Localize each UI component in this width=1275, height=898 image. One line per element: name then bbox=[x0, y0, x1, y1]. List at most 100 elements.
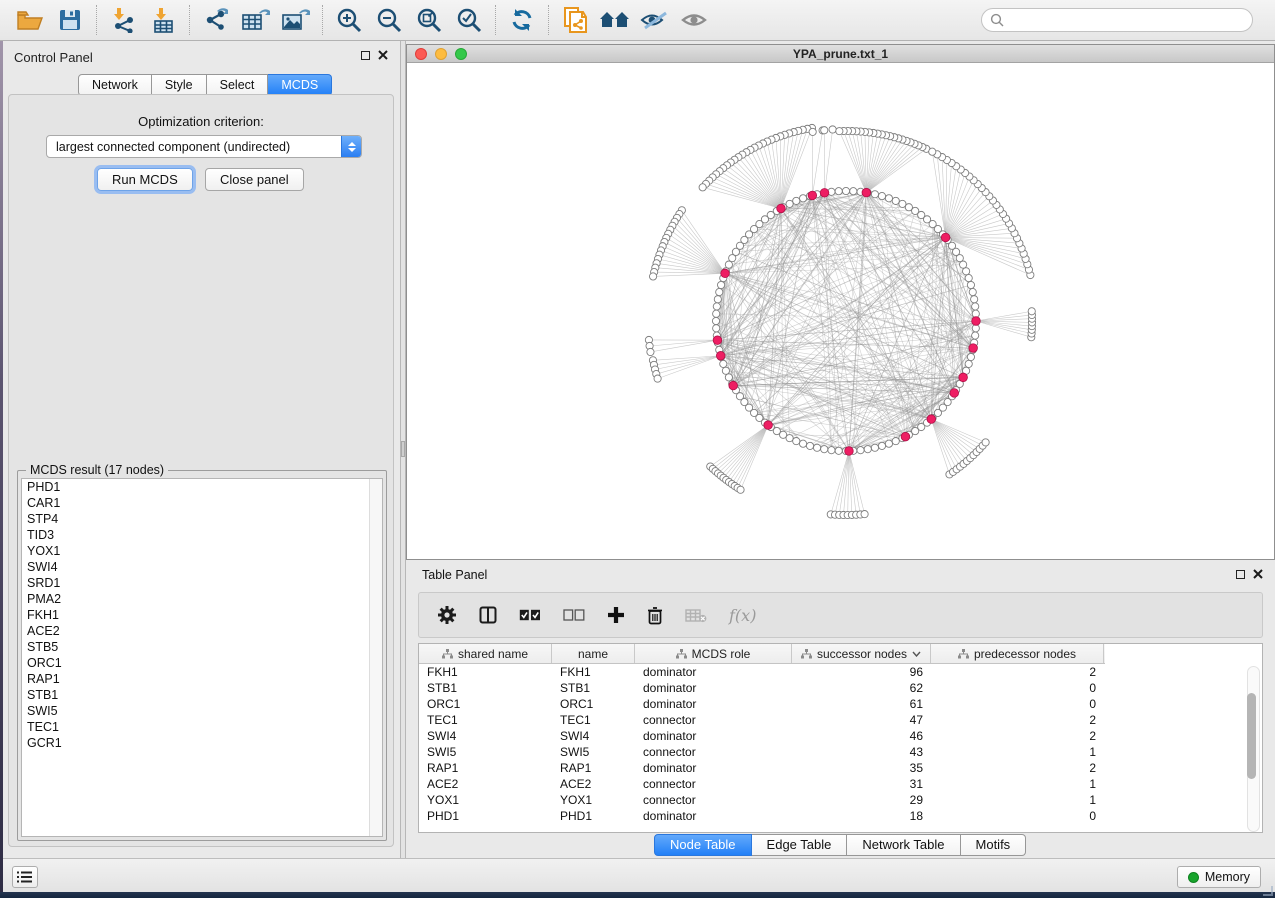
criterion-dropdown[interactable]: largest connected component (undirected) bbox=[46, 135, 362, 158]
maximize-window-icon[interactable] bbox=[455, 48, 467, 60]
search-input[interactable] bbox=[1009, 13, 1244, 27]
table-row[interactable]: STB1STB1dominator620 bbox=[419, 680, 1262, 696]
close-panel-icon[interactable] bbox=[378, 50, 388, 60]
hide-selected-button[interactable] bbox=[635, 3, 675, 37]
delete-table-button[interactable] bbox=[685, 608, 707, 623]
mcds-result-item[interactable]: ORC1 bbox=[22, 655, 382, 671]
table-cell: dominator bbox=[635, 729, 792, 743]
add-column-button[interactable] bbox=[607, 606, 625, 624]
table-cell: 0 bbox=[931, 809, 1104, 823]
minimize-window-icon[interactable] bbox=[435, 48, 447, 60]
save-session-button[interactable] bbox=[50, 3, 90, 37]
table-cell: 2 bbox=[931, 665, 1104, 679]
import-network-button[interactable] bbox=[103, 3, 143, 37]
close-panel-icon[interactable] bbox=[1253, 569, 1263, 579]
mcds-result-list[interactable]: PHD1CAR1STP4TID3YOX1SWI4SRD1PMA2FKH1ACE2… bbox=[21, 478, 383, 837]
function-builder-button[interactable]: f(x) bbox=[729, 606, 756, 625]
mcds-result-item[interactable]: TEC1 bbox=[22, 719, 382, 735]
list-scrollbar[interactable] bbox=[369, 479, 382, 836]
task-history-button[interactable] bbox=[12, 866, 38, 888]
float-panel-icon[interactable] bbox=[1236, 570, 1245, 579]
table-header-row: shared namenameMCDS rolesuccessor nodesp… bbox=[419, 644, 1105, 664]
table-row[interactable]: FKH1FKH1dominator962 bbox=[419, 664, 1262, 680]
control-panel: Control Panel NetworkStyleSelectMCDS Opt… bbox=[3, 41, 400, 858]
mcds-result-item[interactable]: RAP1 bbox=[22, 671, 382, 687]
tab-network[interactable]: Network bbox=[78, 74, 152, 96]
mcds-result-item[interactable]: PMA2 bbox=[22, 591, 382, 607]
mcds-result-item[interactable]: CAR1 bbox=[22, 495, 382, 511]
mcds-result-item[interactable]: PHD1 bbox=[22, 479, 382, 495]
mcds-result-item[interactable]: STB5 bbox=[22, 639, 382, 655]
memory-button[interactable]: Memory bbox=[1177, 866, 1261, 888]
table-row[interactable]: PHD1PHD1dominator180 bbox=[419, 808, 1262, 824]
zoom-selected-button[interactable] bbox=[449, 3, 489, 37]
mcds-result-item[interactable]: YOX1 bbox=[22, 543, 382, 559]
mcds-result-item[interactable]: SRD1 bbox=[22, 575, 382, 591]
table-cell: 1 bbox=[931, 793, 1104, 807]
run-mcds-button[interactable]: Run MCDS bbox=[97, 168, 193, 191]
table-cell: 2 bbox=[931, 729, 1104, 743]
table-cell: connector bbox=[635, 777, 792, 791]
trash-icon bbox=[647, 606, 663, 625]
close-window-icon[interactable] bbox=[415, 48, 427, 60]
tab-mcds[interactable]: MCDS bbox=[268, 74, 332, 96]
refresh-button[interactable] bbox=[502, 3, 542, 37]
table-row[interactable]: YOX1YOX1connector291 bbox=[419, 792, 1262, 808]
mcds-result-item[interactable]: FKH1 bbox=[22, 607, 382, 623]
desktop-background: Control Panel NetworkStyleSelectMCDS Opt… bbox=[0, 0, 1275, 898]
table-row[interactable]: ORC1ORC1dominator610 bbox=[419, 696, 1262, 712]
column-header-predecessor-nodes[interactable]: predecessor nodes bbox=[931, 644, 1104, 663]
mcds-result-item[interactable]: TID3 bbox=[22, 527, 382, 543]
tab-motifs[interactable]: Motifs bbox=[961, 834, 1027, 856]
export-network-button[interactable] bbox=[196, 3, 236, 37]
mcds-result-item[interactable]: STP4 bbox=[22, 511, 382, 527]
splitter-grip[interactable] bbox=[401, 441, 405, 457]
network-window-titlebar[interactable]: YPA_prune.txt_1 bbox=[407, 45, 1274, 63]
close-panel-button[interactable]: Close panel bbox=[205, 168, 304, 191]
mcds-result-item[interactable]: SWI4 bbox=[22, 559, 382, 575]
mcds-result-item[interactable]: STB1 bbox=[22, 687, 382, 703]
tab-select[interactable]: Select bbox=[207, 74, 269, 96]
table-row[interactable]: SWI4SWI4dominator462 bbox=[419, 728, 1262, 744]
show-hidden-button[interactable] bbox=[675, 3, 715, 37]
table-cell: connector bbox=[635, 793, 792, 807]
deselect-all-button[interactable] bbox=[563, 609, 585, 621]
tab-edge-table[interactable]: Edge Table bbox=[752, 834, 848, 856]
tab-node-table[interactable]: Node Table bbox=[654, 834, 752, 856]
tab-network-table[interactable]: Network Table bbox=[847, 834, 960, 856]
duplicate-network-button[interactable] bbox=[555, 3, 595, 37]
duplicate-network-icon bbox=[562, 6, 588, 34]
delete-column-button[interactable] bbox=[647, 606, 663, 625]
table-scrollbar-thumb[interactable] bbox=[1247, 693, 1256, 779]
select-all-button[interactable] bbox=[519, 609, 541, 621]
table-row[interactable]: ACE2ACE2connector311 bbox=[419, 776, 1262, 792]
node-table: shared namenameMCDS rolesuccessor nodesp… bbox=[418, 643, 1263, 833]
show-column-button[interactable] bbox=[479, 606, 497, 624]
column-header-mcds-role[interactable]: MCDS role bbox=[635, 644, 792, 663]
table-row[interactable]: TEC1TEC1connector472 bbox=[419, 712, 1262, 728]
search-field[interactable] bbox=[981, 8, 1253, 32]
column-header-successor-nodes[interactable]: successor nodes bbox=[792, 644, 931, 663]
table-scrollbar[interactable] bbox=[1247, 666, 1260, 832]
column-header-shared-name[interactable]: shared name bbox=[419, 644, 552, 663]
table-settings-button[interactable] bbox=[437, 605, 457, 625]
zoom-out-button[interactable] bbox=[369, 3, 409, 37]
table-row[interactable]: RAP1RAP1dominator352 bbox=[419, 760, 1262, 776]
show-all-button[interactable] bbox=[595, 3, 635, 37]
float-panel-icon[interactable] bbox=[361, 51, 370, 60]
criterion-selected-value: largest connected component (undirected) bbox=[47, 140, 341, 154]
export-table-button[interactable] bbox=[236, 3, 276, 37]
mcds-result-item[interactable]: GCR1 bbox=[22, 735, 382, 751]
mcds-result-item[interactable]: SWI5 bbox=[22, 703, 382, 719]
mcds-result-item[interactable]: ACE2 bbox=[22, 623, 382, 639]
window-resize-grip[interactable] bbox=[1263, 886, 1273, 896]
zoom-fit-button[interactable] bbox=[409, 3, 449, 37]
table-row[interactable]: SWI5SWI5connector431 bbox=[419, 744, 1262, 760]
export-image-button[interactable] bbox=[276, 3, 316, 37]
zoom-in-button[interactable] bbox=[329, 3, 369, 37]
open-file-button[interactable] bbox=[10, 3, 50, 37]
column-header-name[interactable]: name bbox=[552, 644, 635, 663]
tab-style[interactable]: Style bbox=[152, 74, 207, 96]
import-table-button[interactable] bbox=[143, 3, 183, 37]
network-canvas[interactable] bbox=[407, 63, 1274, 559]
